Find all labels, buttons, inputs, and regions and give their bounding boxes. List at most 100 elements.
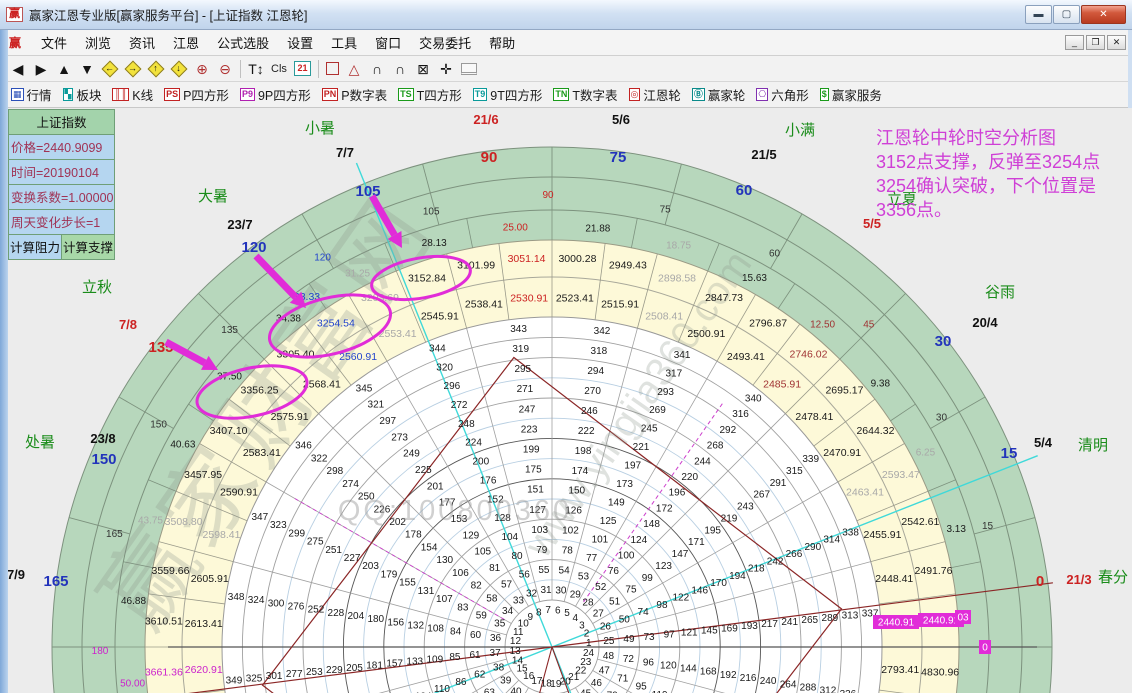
chart-type-icon: P9	[240, 88, 255, 101]
toolbar-icon[interactable]: 21	[294, 61, 311, 76]
spiral-number: 34	[502, 606, 514, 617]
inner-price: 2515.91	[601, 299, 639, 311]
toolbar-chart-button[interactable]: TN T数字表	[550, 83, 620, 106]
toolbar-icon[interactable]: ✛	[438, 59, 454, 79]
toolbar-chart-button[interactable]: $ 赢家服务	[817, 83, 885, 106]
spiral-number: 104	[501, 532, 518, 543]
chart-type-label: 六角形	[771, 85, 809, 104]
toolbar-icon[interactable]: ◀	[10, 59, 26, 79]
toolbar-icon[interactable]: ⊠	[415, 59, 431, 79]
toolbar-icon[interactable]: ▶	[33, 59, 49, 79]
toolbar-icon[interactable]: ∩	[369, 59, 385, 79]
spiral-number: 132	[407, 620, 424, 631]
spiral-number: 168	[700, 667, 717, 678]
toolbar-icon[interactable]: T↕	[248, 59, 264, 79]
toolbar-icon[interactable]: ⊖	[217, 59, 233, 79]
menu-item[interactable]: 窗口	[366, 30, 410, 55]
spiral-number: 218	[748, 564, 765, 575]
spiral-number: 129	[463, 530, 480, 541]
toolbar-icon[interactable]: ∩	[392, 59, 408, 79]
maximize-button[interactable]: ▢	[1053, 5, 1080, 24]
solar-term-label: 大暑	[198, 188, 228, 205]
child-minimize-button[interactable]: _	[1065, 35, 1084, 50]
inner-price: 2575.91	[271, 411, 309, 423]
menu-item[interactable]: 工具	[322, 30, 366, 55]
child-restore-button[interactable]: ❐	[1086, 35, 1105, 50]
chart-type-label: P数字表	[341, 85, 387, 104]
spiral-number: 193	[741, 621, 758, 632]
menu-item[interactable]: 浏览	[76, 30, 120, 55]
spiral-number: 155	[399, 578, 416, 589]
inner-price: 2470.91	[823, 447, 861, 459]
toolbar-icon[interactable]: Cls	[271, 59, 287, 79]
menu-item[interactable]: 设置	[278, 30, 322, 55]
spiral-number: 7	[545, 605, 551, 616]
toolbar-icon[interactable]	[326, 62, 339, 75]
toolbar-chart-button[interactable]: ▚ 板块	[60, 83, 105, 106]
spiral-number: 100	[618, 550, 635, 561]
toolbar-chart-button[interactable]: T9 9T四方形	[470, 83, 546, 106]
child-close-button[interactable]: ✕	[1107, 35, 1126, 50]
toolbar-icon[interactable]: ↓	[171, 61, 187, 76]
spiral-number: 45	[580, 688, 592, 693]
date-label: 23/7	[227, 217, 252, 232]
inner-price: 2538.41	[465, 299, 503, 311]
toolbar-chart-button[interactable]: ⎔ 六角形	[753, 83, 811, 106]
toolbar-icon[interactable]: ▼	[79, 59, 95, 79]
inner-price: 2530.91	[510, 293, 548, 305]
spiral-number: 157	[386, 659, 403, 670]
spiral-number: 79	[536, 545, 548, 556]
spiral-number: 63	[484, 687, 496, 693]
spiral-number: 340	[745, 393, 762, 404]
spiral-number: 36	[490, 633, 502, 644]
percent-label: 21.88	[585, 224, 610, 235]
close-button[interactable]: ✕	[1081, 5, 1126, 24]
toolbar-icon[interactable]	[240, 60, 241, 78]
toolbar-icon[interactable]: △	[346, 59, 362, 79]
toolbar-icon[interactable]	[318, 60, 319, 78]
percent-label: 15.63	[742, 273, 767, 284]
toolbar-chart-button[interactable]: ║║ K线	[109, 83, 156, 106]
spiral-number: 192	[720, 670, 737, 681]
toolbar-chart-button[interactable]: P9 9P四方形	[237, 83, 314, 106]
spiral-number: 56	[519, 570, 531, 581]
spiral-number: 269	[649, 405, 666, 416]
date-label: 7/7	[336, 145, 354, 160]
menu-item[interactable]: 帮助	[480, 30, 524, 55]
menu-item[interactable]: 文件	[32, 30, 76, 55]
spiral-number: 28	[582, 598, 594, 609]
spiral-number: 200	[472, 457, 489, 468]
spiral-number: 242	[767, 556, 784, 567]
toolbar-chart-button[interactable]: ◎ 江恩轮	[626, 83, 684, 106]
spiral-number: 294	[587, 366, 604, 377]
chart-type-icon: ⎔	[756, 88, 768, 101]
spiral-number: 5	[564, 608, 570, 619]
spiral-number: 144	[680, 664, 697, 675]
spiral-number: 205	[346, 663, 363, 674]
toolbar-icon[interactable]: →	[125, 61, 141, 76]
toolbar-icon[interactable]	[461, 63, 477, 75]
inner-price: 2455.91	[863, 529, 901, 541]
toolbar-chart-button[interactable]: TS T四方形	[395, 83, 465, 106]
toolbar-chart-button[interactable]: PS P四方形	[161, 83, 232, 106]
calc-resistance-button[interactable]: 计算阻力	[9, 235, 61, 259]
chart-type-label: 江恩轮	[643, 85, 681, 104]
toolbar-chart-button[interactable]: Ⓑ 赢家轮	[689, 83, 749, 106]
toolbar-icon[interactable]: ↑	[148, 61, 164, 76]
toolbar-chart-button[interactable]: ▦ 行情	[8, 83, 55, 106]
chart-type-label: T数字表	[572, 85, 617, 104]
menu-item[interactable]: 交易委托	[410, 30, 480, 55]
toolbar-chart-button[interactable]: PN P数字表	[319, 83, 390, 106]
inner-price: 2590.91	[220, 487, 258, 499]
spiral-number: 181	[366, 661, 383, 672]
menu-item[interactable]: 江恩	[164, 30, 208, 55]
toolbar-icon[interactable]: ▲	[56, 59, 72, 79]
spiral-number: 99	[642, 573, 654, 584]
minimize-button[interactable]: ▬	[1025, 5, 1052, 24]
spiral-number: 225	[415, 465, 432, 476]
toolbar-icon[interactable]: ⊕	[194, 59, 210, 79]
menu-item[interactable]: 公式选股	[208, 30, 278, 55]
toolbar-icon[interactable]: ←	[102, 61, 118, 76]
menu-item[interactable]: 资讯	[120, 30, 164, 55]
calc-support-button[interactable]: 计算支撑	[62, 235, 114, 259]
